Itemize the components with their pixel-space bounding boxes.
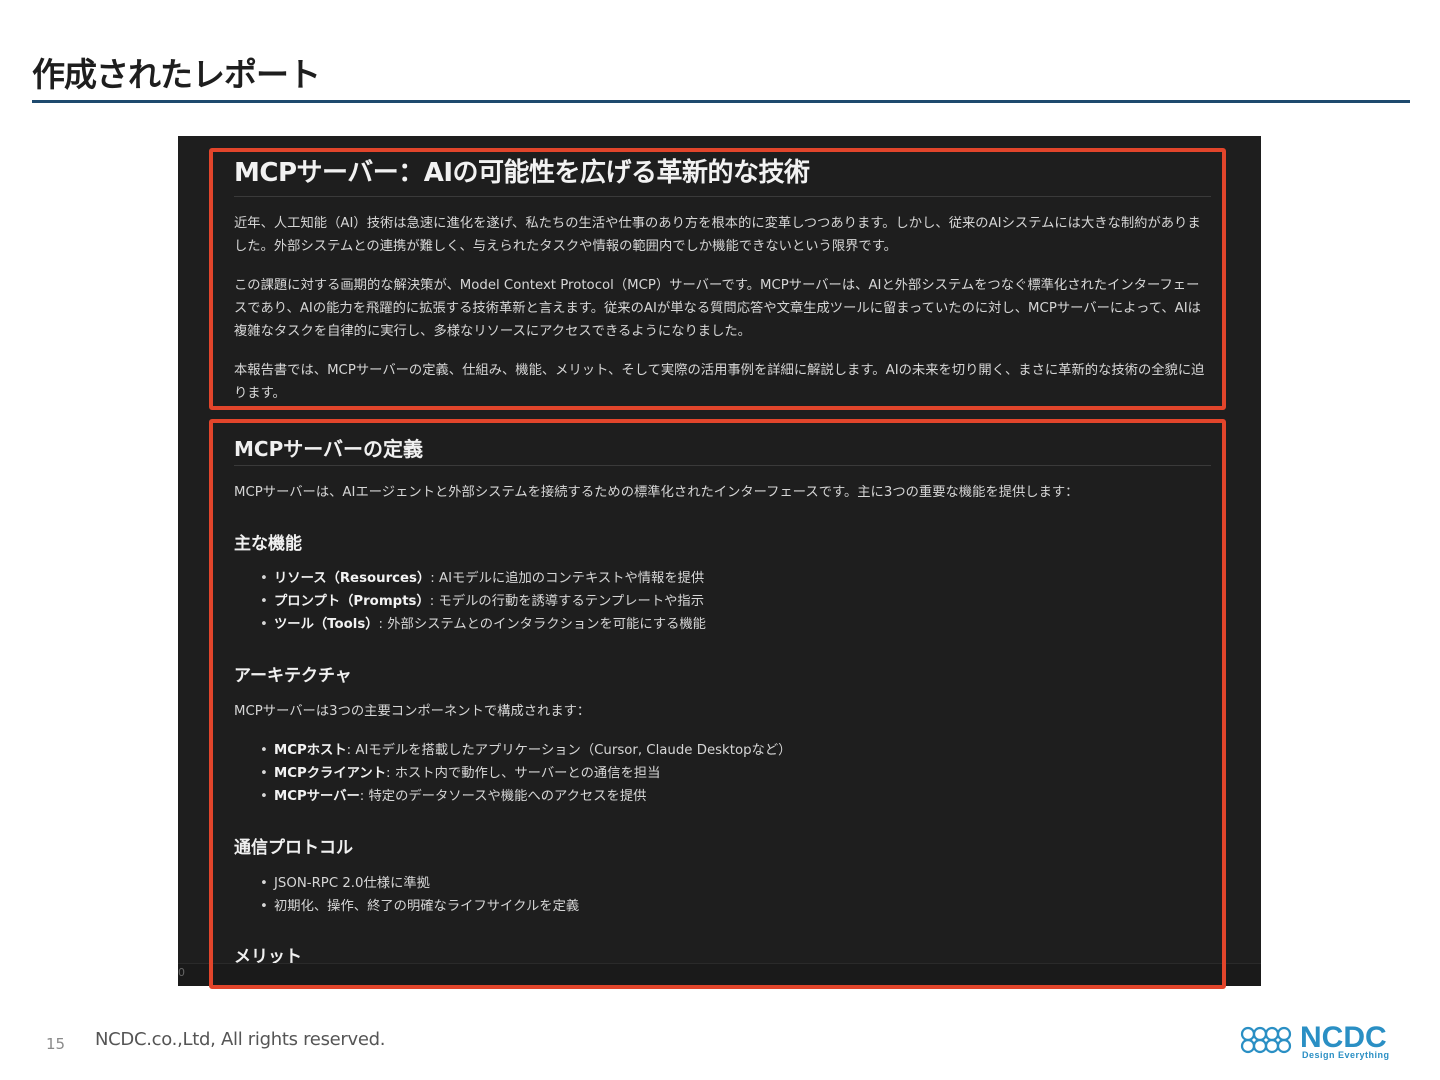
copyright-text: NCDC.co.,Ltd, All rights reserved.	[95, 1029, 386, 1050]
ncdc-logo: NCDC Design Everything	[1240, 1021, 1390, 1060]
slide-title: 作成されたレポート	[32, 55, 321, 94]
highlight-box-intro	[209, 148, 1226, 410]
highlight-box-definition	[209, 419, 1226, 989]
title-underline	[32, 100, 1410, 103]
page-number: 15	[46, 1035, 66, 1053]
logo-mark-icon	[1240, 1026, 1292, 1054]
logo-tagline: Design Everything	[1302, 1050, 1390, 1060]
status-text: 0	[178, 966, 185, 979]
